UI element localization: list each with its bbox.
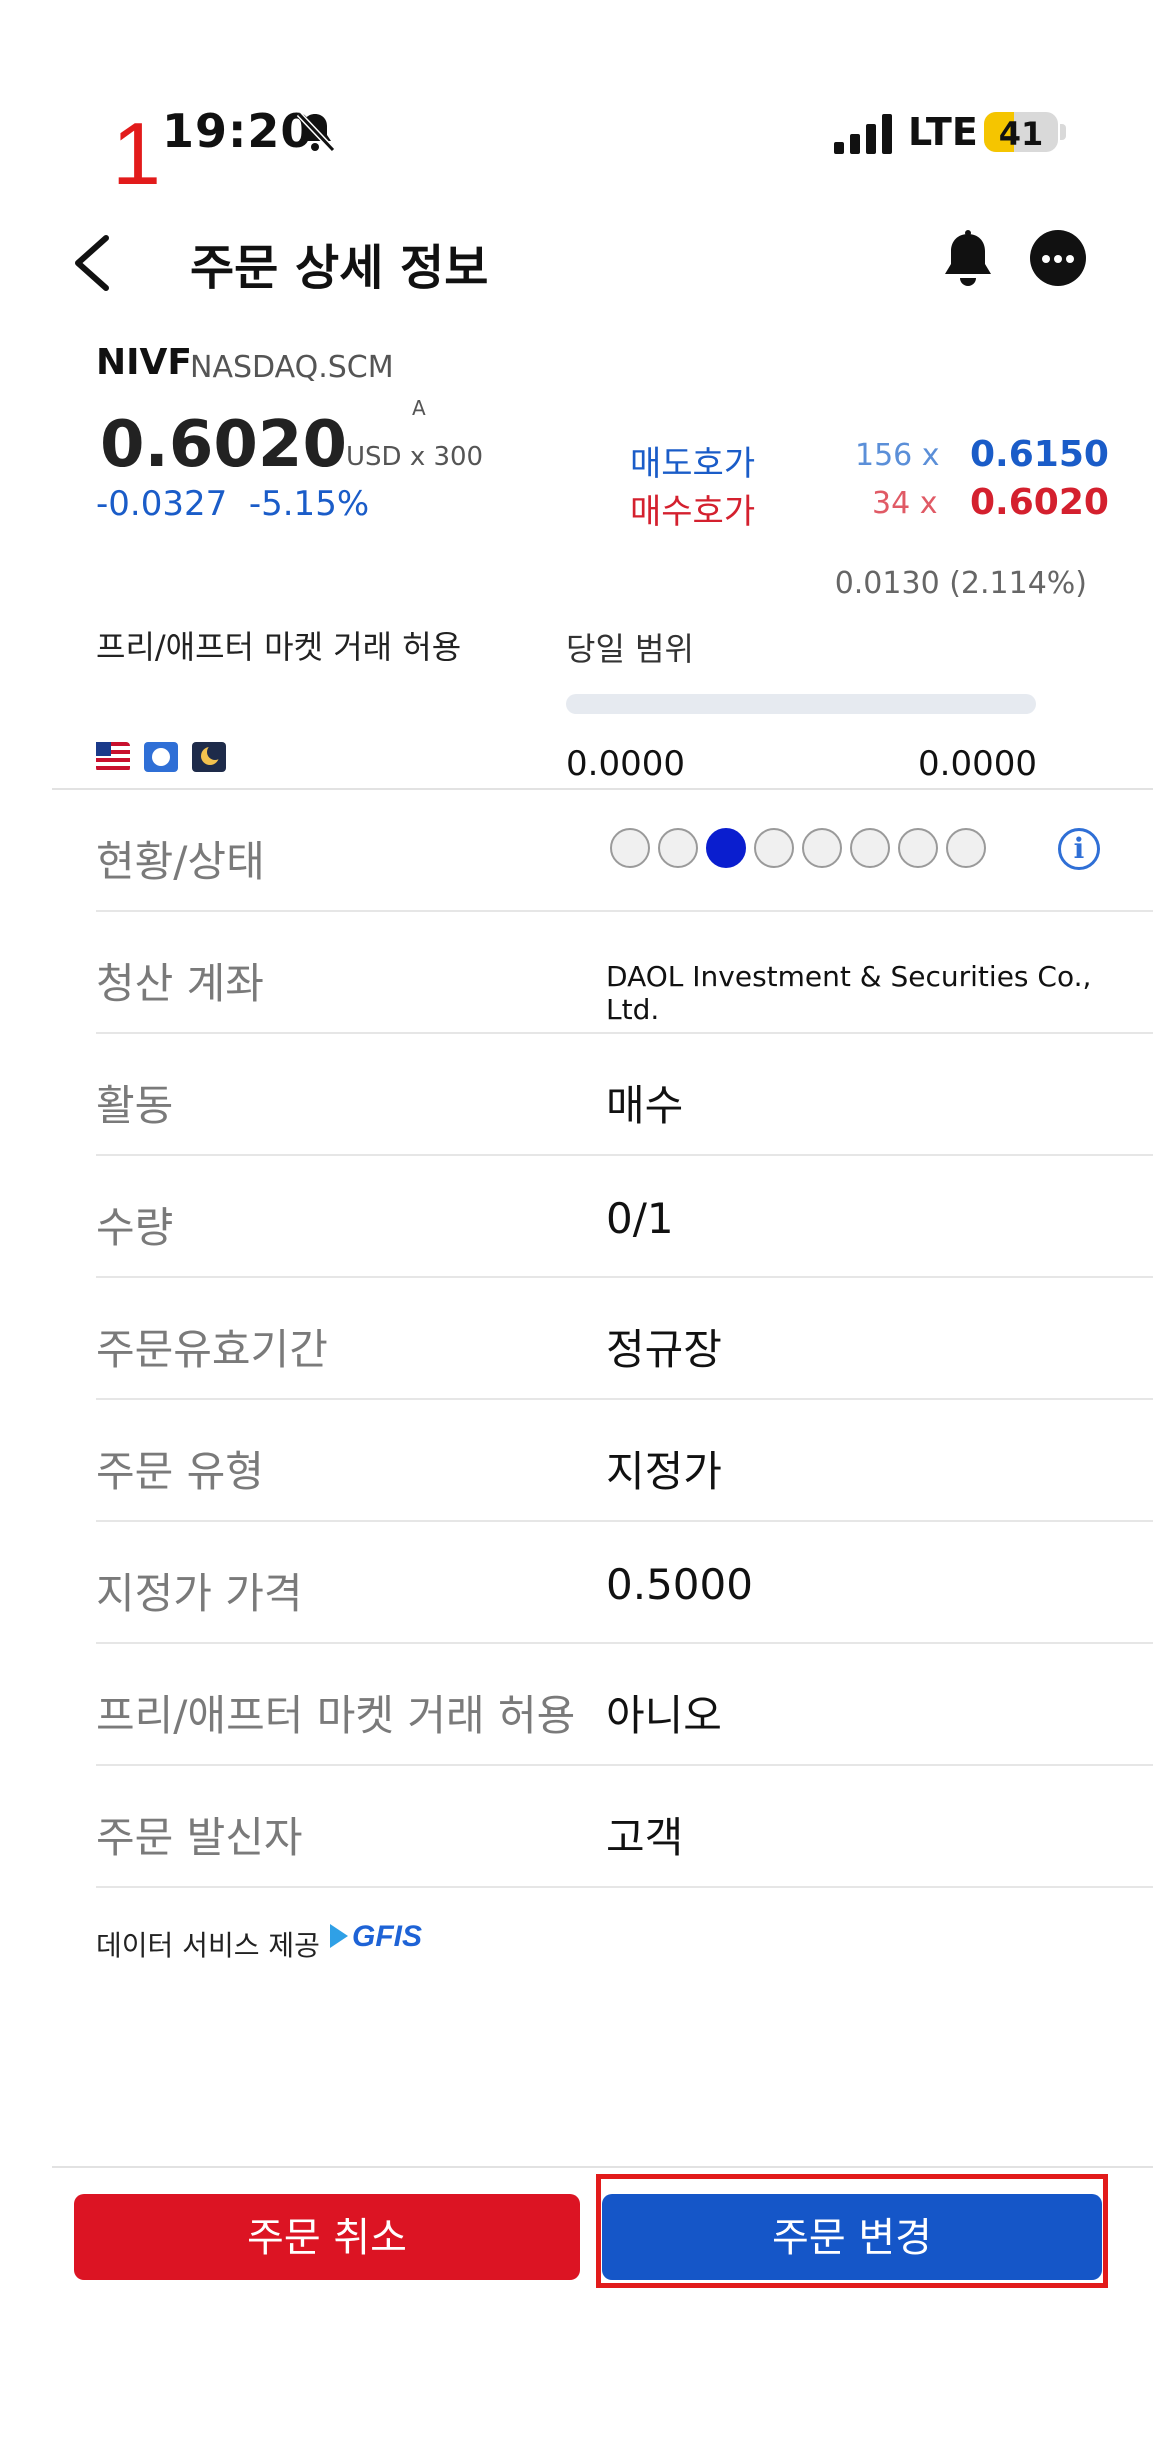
bell-muted-icon bbox=[296, 111, 336, 153]
status-label: 현황/상태 bbox=[96, 837, 265, 886]
detail-row-sender: 주문 발신자 고객 bbox=[96, 1766, 1153, 1888]
day-range-bar bbox=[566, 694, 1036, 714]
gfis-logo-icon bbox=[330, 1924, 348, 1948]
info-icon[interactable]: i bbox=[1058, 828, 1100, 870]
detail-row-quantity: 수량 0/1 bbox=[96, 1156, 1153, 1278]
more-options-icon[interactable] bbox=[1030, 230, 1086, 286]
status-step bbox=[610, 828, 650, 868]
status-step bbox=[802, 828, 842, 868]
annotation-marker: 1 bbox=[112, 104, 161, 203]
validity-label: 주문유효기간 bbox=[96, 1325, 328, 1374]
status-progress bbox=[610, 828, 986, 868]
bell-icon[interactable] bbox=[940, 230, 996, 292]
sender-label: 주문 발신자 bbox=[96, 1813, 303, 1862]
bid-label: 매수호가 bbox=[630, 492, 756, 532]
signal-icon bbox=[834, 114, 892, 154]
day-range-low: 0.0000 bbox=[566, 744, 685, 784]
ask-size: 156 x bbox=[855, 438, 940, 473]
pre-after-label: 프리/애프터 마켓 거래 허용 bbox=[96, 1691, 576, 1740]
battery-level: 41 bbox=[998, 115, 1044, 152]
status-step-active bbox=[706, 828, 746, 868]
status-step bbox=[754, 828, 794, 868]
day-range-high: 0.0000 bbox=[918, 744, 1037, 784]
limit-price-label: 지정가 가격 bbox=[96, 1569, 303, 1618]
session-icons bbox=[96, 742, 226, 776]
detail-row-limit-price: 지정가 가격 0.5000 bbox=[96, 1522, 1153, 1644]
quantity-label: 수량 bbox=[96, 1203, 174, 1252]
detail-row-pre-after: 프리/애프터 마켓 거래 허용 아니오 bbox=[96, 1644, 1153, 1766]
status-step bbox=[658, 828, 698, 868]
detail-row-status: 현황/상태 i bbox=[96, 790, 1153, 912]
bid-price: 0.6020 bbox=[970, 482, 1109, 523]
order-details-list: 현황/상태 i 청산 계좌 DAOL Investment & Securiti… bbox=[96, 790, 1153, 1888]
battery-tip bbox=[1060, 124, 1066, 140]
last-price: 0.6020 bbox=[100, 408, 347, 482]
pre-after-market-label: 프리/애프터 마켓 거래 허용 bbox=[96, 628, 462, 666]
action-value: 매수 bbox=[606, 1081, 684, 1130]
sender-value: 고객 bbox=[606, 1813, 684, 1862]
spread-value: 0.0130 (2.114%) bbox=[834, 566, 1087, 601]
moon-icon bbox=[192, 742, 226, 772]
detail-row-validity: 주문유효기간 정규장 bbox=[96, 1278, 1153, 1400]
detail-row-order-type: 주문 유형 지정가 bbox=[96, 1400, 1153, 1522]
detail-row-account: 청산 계좌 DAOL Investment & Securities Co., … bbox=[96, 912, 1153, 1034]
network-type: LTE bbox=[908, 110, 978, 154]
account-label: 청산 계좌 bbox=[96, 959, 264, 1008]
price-unit: USD x 300 bbox=[346, 442, 484, 472]
status-step bbox=[898, 828, 938, 868]
detail-row-action: 활동 매수 bbox=[96, 1034, 1153, 1156]
order-type-label: 주문 유형 bbox=[96, 1447, 264, 1496]
day-range-label: 당일 범위 bbox=[566, 630, 694, 668]
pre-after-value: 아니오 bbox=[606, 1691, 722, 1740]
status-time: 19:20 bbox=[162, 104, 314, 158]
validity-value: 정규장 bbox=[606, 1325, 722, 1374]
gfis-logo: GFIS bbox=[330, 1920, 422, 1954]
action-label: 활동 bbox=[96, 1081, 174, 1130]
ask-label: 매도호가 bbox=[630, 444, 756, 484]
order-type-value: 지정가 bbox=[606, 1447, 722, 1496]
us-flag-icon bbox=[96, 742, 130, 772]
clock-icon bbox=[144, 742, 178, 772]
limit-price-value: 0.5000 bbox=[606, 1560, 753, 1609]
divider bbox=[52, 2166, 1153, 2168]
price-tag: A bbox=[412, 396, 426, 420]
price-change: -0.0327 -5.15% bbox=[96, 484, 370, 524]
ticker-symbol: NIVF bbox=[96, 342, 192, 383]
ask-price: 0.6150 bbox=[970, 434, 1109, 475]
data-provider-label: 데이터 서비스 제공 bbox=[96, 1929, 320, 1962]
page-title: 주문 상세 정보 bbox=[190, 240, 489, 296]
account-value: DAOL Investment & Securities Co., Ltd. bbox=[606, 960, 1092, 1026]
bid-size: 34 x bbox=[872, 486, 938, 521]
status-step bbox=[946, 828, 986, 868]
back-arrow-icon[interactable] bbox=[68, 232, 118, 294]
gfis-logo-text: GFIS bbox=[352, 1920, 423, 1953]
quantity-value: 0/1 bbox=[606, 1194, 674, 1243]
highlight-box bbox=[596, 2174, 1108, 2288]
exchange-name: NASDAQ.SCM bbox=[190, 350, 394, 385]
battery-icon: 41 bbox=[984, 112, 1058, 152]
cancel-order-button[interactable]: 주문 취소 bbox=[74, 2194, 580, 2280]
status-step bbox=[850, 828, 890, 868]
